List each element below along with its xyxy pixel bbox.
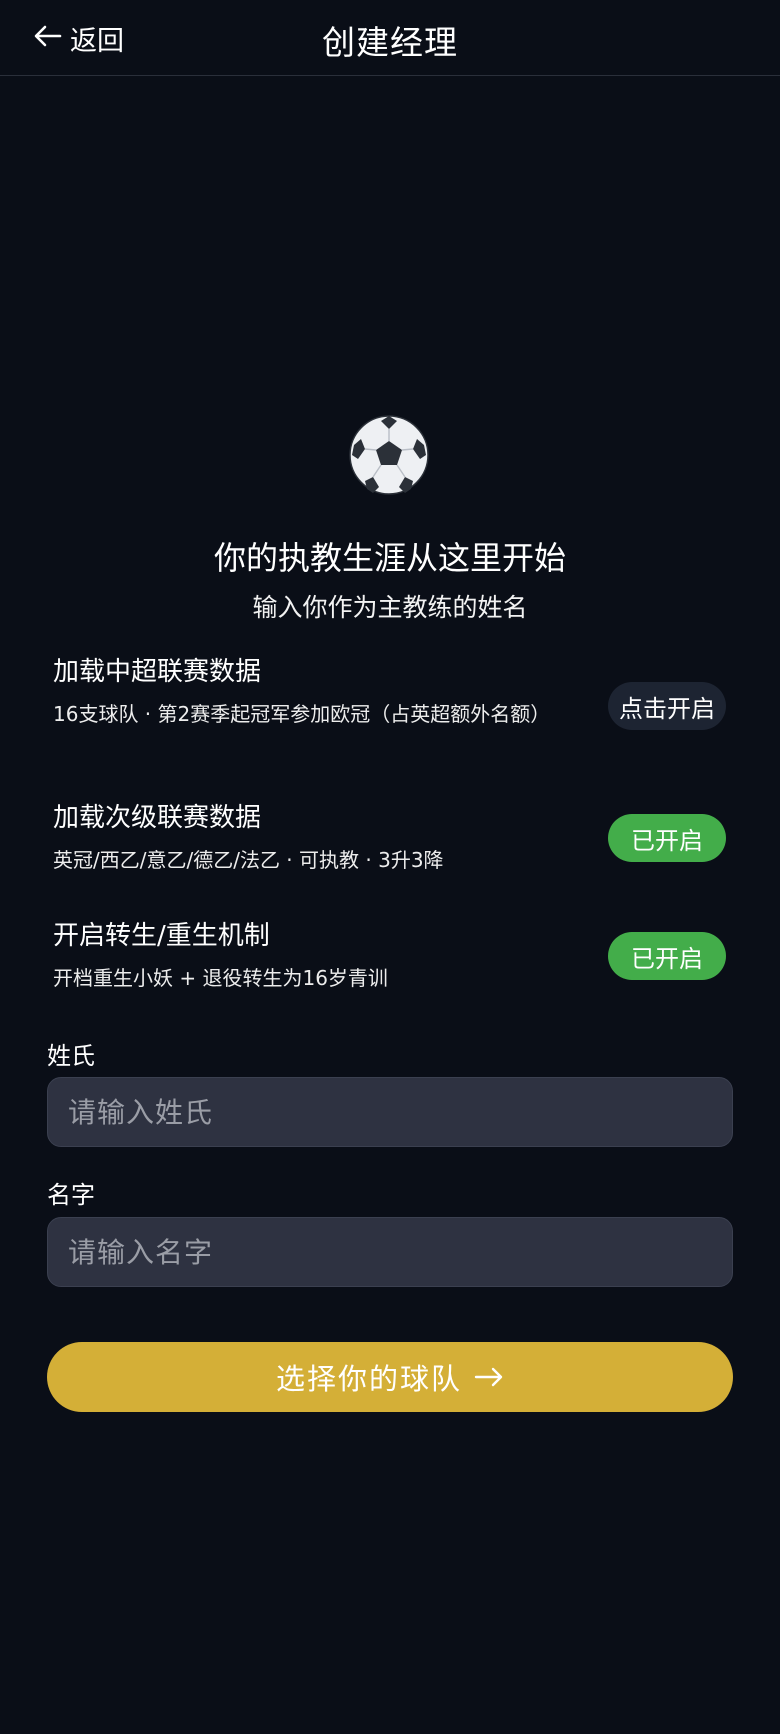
option-rebirth: 开启转生/重生机制 开档重生小妖 + 退役转生为16岁青训 已开启 — [53, 918, 733, 992]
soccer-ball-icon — [349, 415, 429, 495]
toggle-chinese-league-button[interactable]: 点击开启 — [608, 682, 726, 730]
hero-title: 你的执教生涯从这里开始 — [213, 539, 566, 577]
surname-label: 姓氏 — [47, 1042, 95, 1070]
choose-team-button[interactable]: 选择你的球队 — [47, 1342, 733, 1412]
option-desc: 开档重生小妖 + 退役转生为16岁青训 — [53, 966, 388, 990]
hero-subtitle: 输入你作为主教练的姓名 — [252, 593, 528, 622]
given-name-label: 名字 — [47, 1181, 95, 1209]
toggle-second-tier-button[interactable]: 已开启 — [608, 814, 726, 862]
option-chinese-league: 加载中超联赛数据 16支球队 · 第2赛季起冠军参加欧冠（占英超额外名额） 点击… — [53, 654, 733, 730]
option-desc: 16支球队 · 第2赛季起冠军参加欧冠（占英超额外名额） — [53, 702, 551, 726]
arrow-right-icon — [474, 1360, 504, 1394]
top-bar: 返回 创建经理 — [0, 0, 780, 76]
toggle-rebirth-button[interactable]: 已开启 — [608, 932, 726, 980]
choose-team-label: 选择你的球队 — [275, 1362, 462, 1396]
option-desc: 英冠/西乙/意乙/德乙/法乙 · 可执教 · 3升3降 — [53, 848, 444, 872]
surname-input[interactable] — [47, 1077, 733, 1147]
given-name-input[interactable] — [47, 1217, 733, 1287]
page-title: 创建经理 — [322, 23, 458, 62]
option-second-tier: 加载次级联赛数据 英冠/西乙/意乙/德乙/法乙 · 可执教 · 3升3降 已开启 — [53, 800, 733, 874]
